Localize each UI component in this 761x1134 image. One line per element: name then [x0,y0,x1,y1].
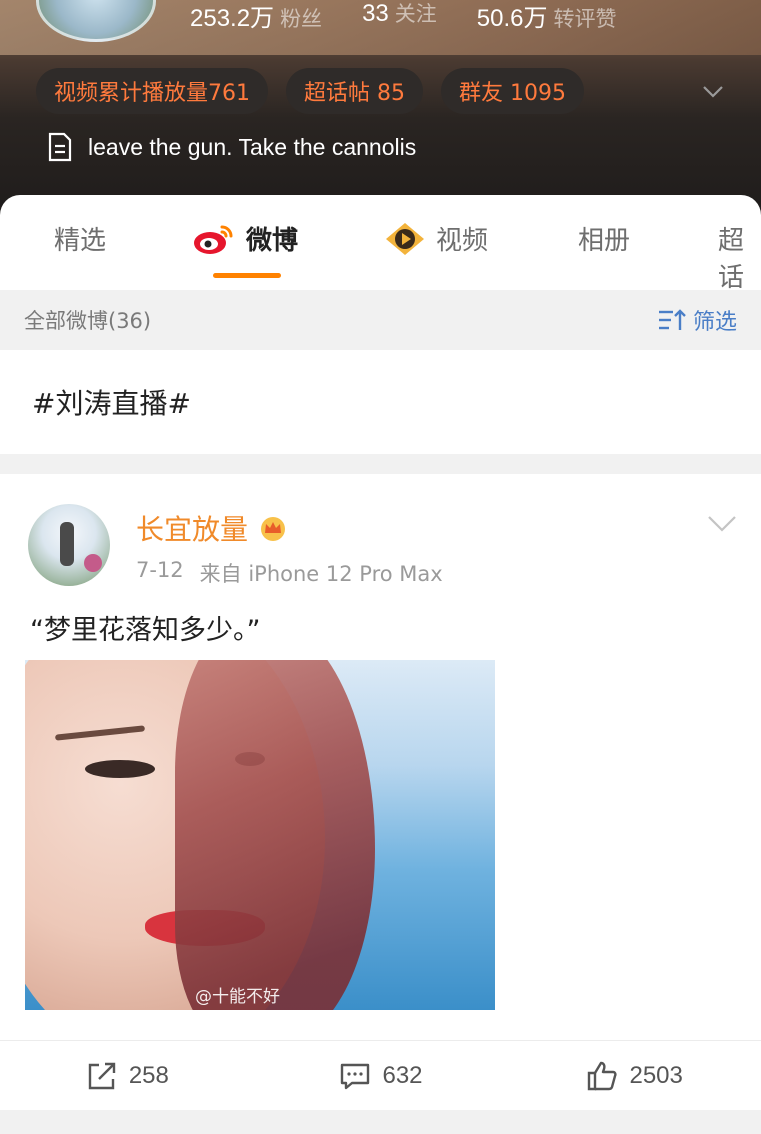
tab-label: 微博 [246,226,299,256]
topic-hashtag: #刘涛直播# [32,387,191,420]
tab-featured[interactable]: 精选 [54,220,106,257]
tab-label: 精选 [54,226,107,256]
filter-button[interactable]: 筛选 [657,304,737,336]
post-text: “梦里花落知多少。” [30,615,261,646]
filter-icon [658,309,686,330]
chevron-down-icon[interactable] [706,514,738,534]
weibo-post: 长宜放量 7-12 来自 iPhone 12 Pro Max “梦里花落知多少。… [0,474,761,1110]
repost-button[interactable]: 258 [0,1059,254,1093]
thumbs-up-icon [588,1061,618,1090]
stat-value: 33 [362,0,389,27]
crown-badge-icon [261,517,286,541]
tab-label: 视频 [436,226,489,256]
profile-header: 253.2万 粉丝 33 关注 50.6万 转评赞 视频累计播放量761 超话帖… [0,0,761,215]
post-image[interactable]: @十能不好 [25,660,495,1010]
repost-count: 258 [128,1061,169,1089]
active-tab-indicator [213,273,281,278]
stat-label: 粉丝 [280,7,323,31]
comment-count: 632 [382,1061,423,1089]
tab-label: 相册 [578,226,631,256]
tab-super-topic[interactable]: 超话 [718,220,761,294]
profile-chips: 视频累计播放量761 超话帖 85 群友 1095 [36,68,584,114]
video-play-icon [386,222,424,255]
post-author-avatar[interactable] [28,504,110,586]
repost-icon [88,1062,116,1089]
stat-label: 关注 [394,2,437,26]
tab-weibo[interactable]: 微博 [192,220,298,257]
profile-stats: 253.2万 粉丝 33 关注 50.6万 转评赞 [190,0,656,33]
topic-row[interactable]: #刘涛直播# [0,350,761,454]
profile-bio: leave the gun. Take the cannolis [46,132,416,162]
like-button[interactable]: 2503 [507,1059,761,1093]
avatar-flower [84,554,102,572]
tab-label: 超话 [718,226,745,293]
stat-following[interactable]: 33 关注 [362,0,437,33]
image-hair [175,660,375,1010]
filter-label: 筛选 [692,310,737,335]
post-source: 来自 iPhone 12 Pro Max [199,562,443,586]
comment-icon [341,1063,370,1089]
image-eye [85,760,155,778]
bio-text: leave the gun. Take the cannolis [88,133,417,160]
filter-bar: 全部微博(36) 筛选 [0,290,761,350]
chip-super-topic-posts[interactable]: 超话帖 85 [286,68,423,114]
comment-button[interactable]: 632 [254,1059,508,1093]
stat-followers[interactable]: 253.2万 粉丝 [190,0,322,33]
chip-group-members[interactable]: 群友 1095 [441,68,584,114]
weibo-icon [194,225,233,254]
post-actions: 258 632 2503 [0,1040,761,1110]
stat-value: 50.6万 [476,5,548,32]
post-meta: 7-12 来自 iPhone 12 Pro Max [136,558,443,588]
tab-albums[interactable]: 相册 [578,220,630,257]
image-watermark: @十能不好 [195,987,280,1007]
post-date: 7-12 [136,558,184,582]
document-icon [48,132,72,162]
chevron-down-icon[interactable] [700,78,726,104]
all-posts-count: 全部微博(36) [24,309,152,333]
tab-videos[interactable]: 视频 [384,220,488,257]
chip-video-plays[interactable]: 视频累计播放量761 [36,68,268,114]
stat-value: 253.2万 [190,5,275,32]
stat-label: 转评赞 [553,7,617,31]
author-name: 长宜放量 [136,513,249,546]
stat-engagement[interactable]: 50.6万 转评赞 [477,0,617,33]
like-count: 2503 [629,1061,683,1089]
avatar-figure [60,522,74,566]
post-author[interactable]: 长宜放量 [136,508,288,548]
tab-bar: 精选 微博 视频 相册 超话 [0,195,761,293]
